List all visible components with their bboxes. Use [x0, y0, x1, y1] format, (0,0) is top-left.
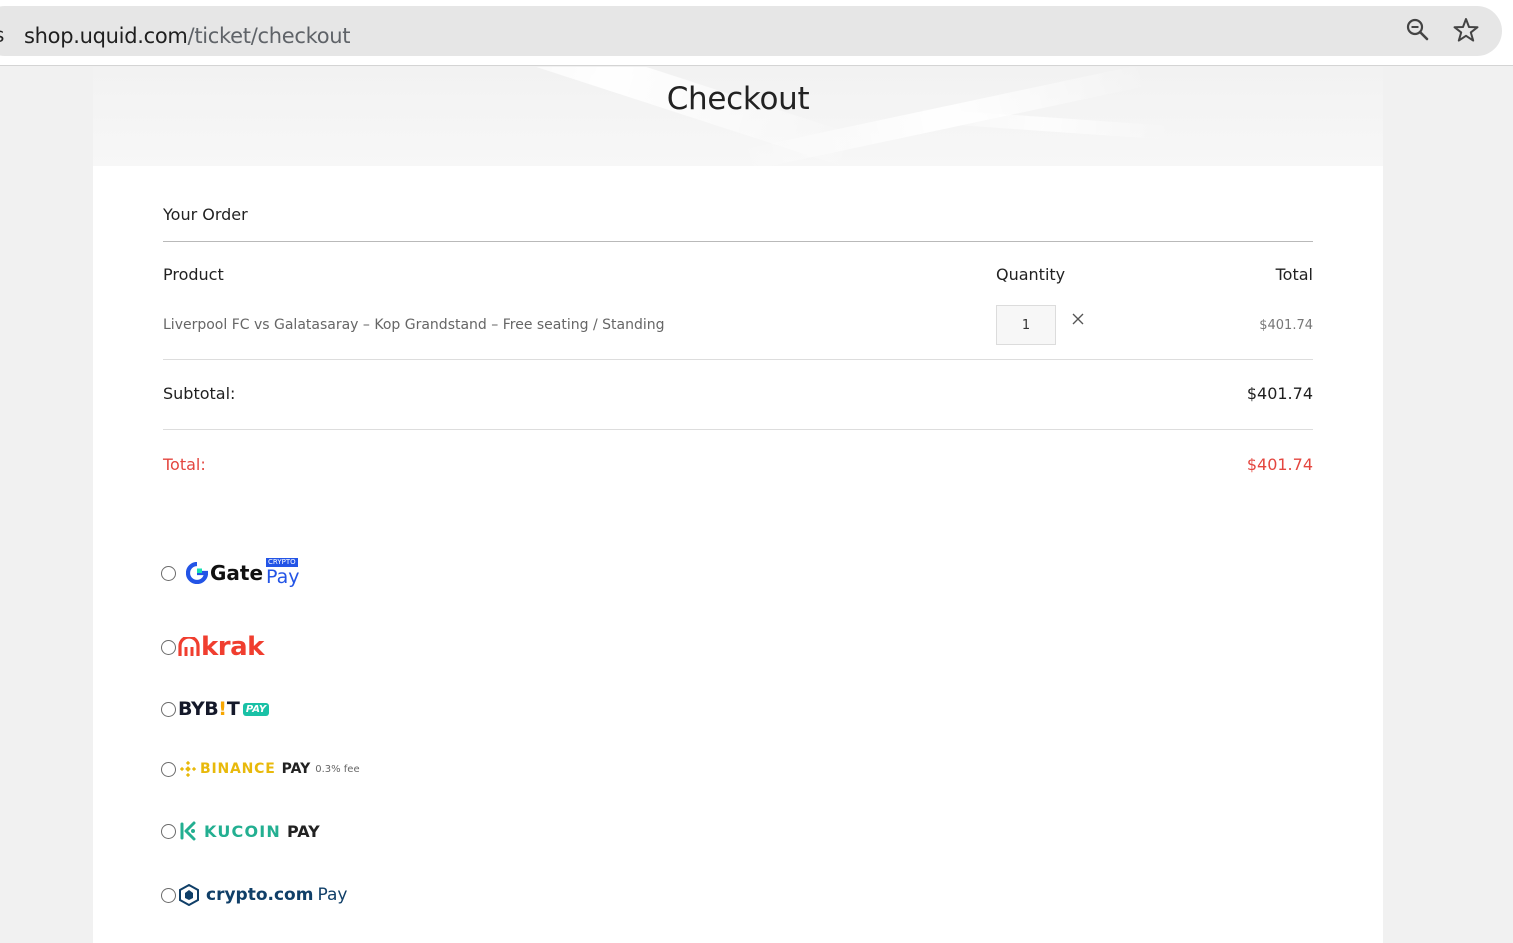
kucoin-logo-icon: KUCOIN PAY	[178, 820, 320, 842]
radio-button[interactable]	[161, 639, 176, 655]
subtotal-value: $401.74	[1246, 384, 1313, 403]
total-value: $401.74	[1246, 455, 1313, 474]
line-total: $401.74	[1259, 318, 1313, 333]
payment-option-binance[interactable]: BINANCE PAY 0.3% fee	[161, 752, 360, 786]
bybit-brand-accent: !	[218, 698, 227, 720]
browser-toolbar: ꜱ shop.uquid.com/ticket/checkout	[0, 0, 1513, 66]
column-header-product: Product	[163, 265, 224, 284]
bybit-pay-badge: PAY	[242, 702, 270, 716]
cryptocom-logo-icon: crypto.com Pay	[178, 884, 347, 906]
binance-fee-note: 0.3% fee	[315, 763, 360, 775]
address-bar[interactable]: ꜱ shop.uquid.com/ticket/checkout	[0, 6, 1502, 56]
kucoin-brand: KUCOIN	[204, 821, 281, 841]
order-heading: Your Order	[163, 205, 248, 224]
kucoin-pay-label: PAY	[287, 821, 320, 841]
divider	[163, 429, 1313, 430]
url-host: shop.uquid.com	[24, 24, 188, 48]
divider	[163, 241, 1313, 242]
binance-pay-label: PAY	[281, 761, 311, 777]
checkout-page: Checkout Your Order Product Quantity Tot…	[93, 67, 1383, 943]
radio-button[interactable]	[161, 701, 176, 717]
column-header-total: Total	[1275, 265, 1313, 284]
gate-logo-icon: Gate CRYPTO Pay	[186, 558, 302, 588]
total-label: Total:	[163, 455, 206, 474]
payment-option-krak[interactable]: krak	[161, 630, 264, 664]
product-name: Liverpool FC vs Galatasaray – Kop Grands…	[163, 317, 665, 333]
radio-button[interactable]	[161, 761, 176, 777]
binance-brand: BINANCE	[200, 761, 276, 777]
quantity-input[interactable]	[996, 305, 1056, 345]
gate-brand: Gate	[210, 561, 264, 585]
payment-option-gate[interactable]: Gate CRYPTO Pay	[161, 556, 302, 590]
bybit-brand-tail: T	[226, 698, 240, 720]
binance-logo-icon: BINANCE PAY 0.3% fee	[180, 761, 360, 777]
radio-button[interactable]	[161, 565, 176, 581]
page-title: Checkout	[666, 81, 810, 117]
gate-pay-label: Pay	[266, 566, 300, 588]
payment-option-cryptocom[interactable]: crypto.com Pay	[161, 878, 347, 912]
divider	[163, 359, 1313, 360]
zoom-icon[interactable]	[1404, 16, 1432, 44]
cryptocom-brand: crypto.com	[206, 885, 314, 905]
payment-option-kucoin[interactable]: KUCOIN PAY	[161, 814, 320, 848]
cryptocom-pay-label: Pay	[317, 885, 348, 905]
bookmark-star-icon[interactable]	[1452, 16, 1480, 44]
site-info-icon[interactable]: ꜱ	[0, 25, 8, 47]
url-text[interactable]: shop.uquid.com/ticket/checkout	[24, 23, 351, 49]
krak-brand: krak	[201, 632, 264, 662]
radio-button[interactable]	[161, 823, 176, 839]
krak-logo-icon: krak	[178, 632, 264, 662]
url-path: /ticket/checkout	[187, 24, 351, 48]
page-header-banner: Checkout	[93, 67, 1383, 166]
column-header-quantity: Quantity	[996, 265, 1066, 284]
payment-option-bybit[interactable]: BYB ! T PAY	[161, 692, 270, 726]
remove-item-close-icon[interactable]	[1070, 311, 1086, 327]
bybit-brand: BYB	[178, 698, 219, 720]
subtotal-label: Subtotal:	[163, 384, 236, 403]
radio-button[interactable]	[161, 887, 176, 903]
bybit-logo-icon: BYB ! T PAY	[178, 698, 270, 720]
